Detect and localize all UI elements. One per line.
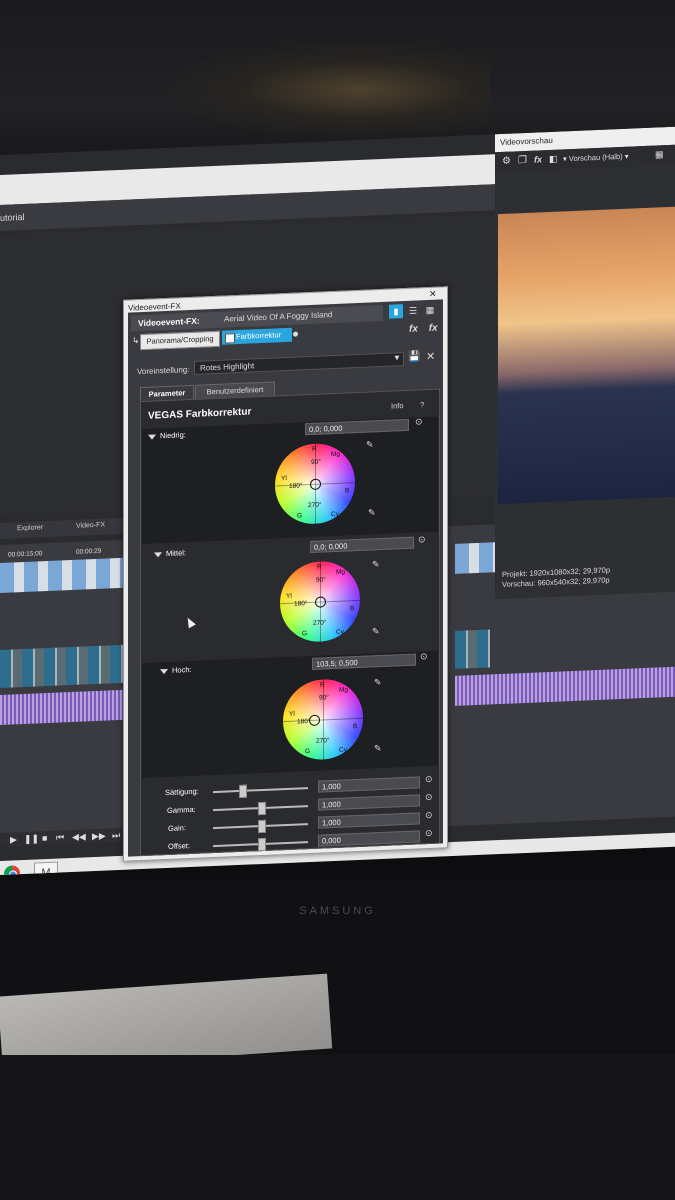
- eyedropper-icon[interactable]: ✎: [368, 507, 376, 518]
- chevron-down-icon[interactable]: ▼: [393, 353, 401, 362]
- gamma-slider-thumb[interactable]: [257, 801, 266, 816]
- collapse-triangle-icon[interactable]: [160, 668, 168, 675]
- keyframe-icon[interactable]: ⊙: [415, 416, 423, 427]
- keyframe-icon[interactable]: ⊙: [425, 828, 433, 839]
- eyedropper-icon[interactable]: ✎: [372, 626, 380, 637]
- chrome-icon-center: [9, 870, 17, 876]
- keyframe-icon[interactable]: ⊙: [425, 792, 433, 803]
- timecode-2: 00:00:29: [76, 547, 102, 556]
- collapse-triangle-icon[interactable]: [154, 552, 162, 558]
- high-label: Hoch:: [172, 664, 192, 675]
- timeline-clip[interactable]: [0, 557, 140, 593]
- tab-explorer[interactable]: Explorer: [17, 524, 43, 532]
- video-clip[interactable]: [0, 644, 140, 688]
- chain-item-panorama-cropping[interactable]: Panorama/Cropping: [140, 330, 220, 351]
- video-clip[interactable]: [455, 629, 490, 669]
- collapse-triangle-icon[interactable]: [148, 434, 156, 440]
- eyedropper-icon[interactable]: ✎: [366, 439, 374, 450]
- wheel-target[interactable]: [310, 478, 321, 491]
- remove-fx-icon[interactable]: fx: [429, 323, 438, 334]
- info-button[interactable]: Info: [391, 401, 404, 411]
- rewind-icon[interactable]: ◀◀: [72, 831, 86, 843]
- grid-view-button[interactable]: ▦: [423, 302, 437, 318]
- tab-video-fx[interactable]: Video-FX: [76, 522, 105, 530]
- menu-item-tutorial[interactable]: utorial: [0, 212, 25, 223]
- eyedropper-icon[interactable]: ✎: [374, 743, 382, 754]
- preview-image: [498, 206, 675, 505]
- gain-slider-thumb[interactable]: [257, 819, 266, 834]
- gamma-label: Gamma:: [167, 804, 196, 816]
- eyedropper-icon[interactable]: ✎: [372, 559, 380, 570]
- stop-icon[interactable]: ■: [42, 833, 47, 843]
- delete-preset-icon[interactable]: ✕: [426, 350, 435, 363]
- offset-slider-thumb[interactable]: [257, 837, 266, 852]
- save-icon[interactable]: 💾: [408, 351, 420, 363]
- help-button[interactable]: ?: [420, 400, 424, 409]
- close-icon[interactable]: ✕: [429, 289, 439, 299]
- grid-icon[interactable]: ▦: [655, 149, 664, 160]
- copy-icon[interactable]: ❐: [518, 155, 527, 166]
- screen: utorial Explorer Video-FX 00:00:15;00 00…: [0, 126, 675, 876]
- timeline-clip[interactable]: [455, 542, 495, 574]
- monitor-brand: SAMSUNG: [299, 905, 376, 917]
- eyedropper-icon[interactable]: ✎: [374, 677, 382, 688]
- keyframe-icon[interactable]: ⊙: [418, 534, 426, 545]
- keyframe-icon[interactable]: ⊙: [420, 651, 428, 662]
- split-icon[interactable]: ◧: [549, 154, 558, 165]
- list-view-button[interactable]: ☰: [406, 303, 420, 318]
- timecode-1: 00:00:15;00: [8, 550, 43, 559]
- fx-icons: fx fx: [409, 323, 438, 335]
- forward-icon[interactable]: ▶▶: [92, 831, 106, 843]
- keyboard: [0, 1055, 675, 1200]
- wheel-target[interactable]: [309, 714, 320, 727]
- fx-icon[interactable]: fx: [534, 154, 542, 164]
- gain-label: Gain:: [168, 823, 186, 833]
- saturation-slider-thumb[interactable]: [238, 784, 247, 799]
- play-icon[interactable]: ▶: [10, 834, 17, 845]
- saturation-label: Sättigung:: [165, 786, 199, 798]
- previous-icon[interactable]: ⏮: [56, 832, 64, 843]
- mid-label: Mittel:: [166, 548, 187, 559]
- pause-icon[interactable]: ❚❚: [24, 833, 39, 845]
- low-label: Niedrig:: [160, 430, 186, 441]
- mail-app-icon[interactable]: M: [34, 861, 58, 876]
- keyframe-icon[interactable]: ⊙: [425, 774, 433, 785]
- gear-icon[interactable]: ⚙: [502, 156, 511, 167]
- next-icon[interactable]: ⏭: [112, 830, 120, 841]
- chain-view-button[interactable]: ▮: [389, 304, 403, 319]
- chain-item-checkbox[interactable]: [225, 333, 235, 344]
- offset-label: Offset:: [168, 841, 190, 851]
- add-fx-icon[interactable]: fx: [409, 323, 418, 334]
- wheel-target[interactable]: [315, 596, 326, 608]
- lamp-reflection: [160, 40, 490, 140]
- keyframe-icon[interactable]: ⊙: [425, 810, 433, 821]
- chain-start-icon: ↳: [132, 335, 140, 346]
